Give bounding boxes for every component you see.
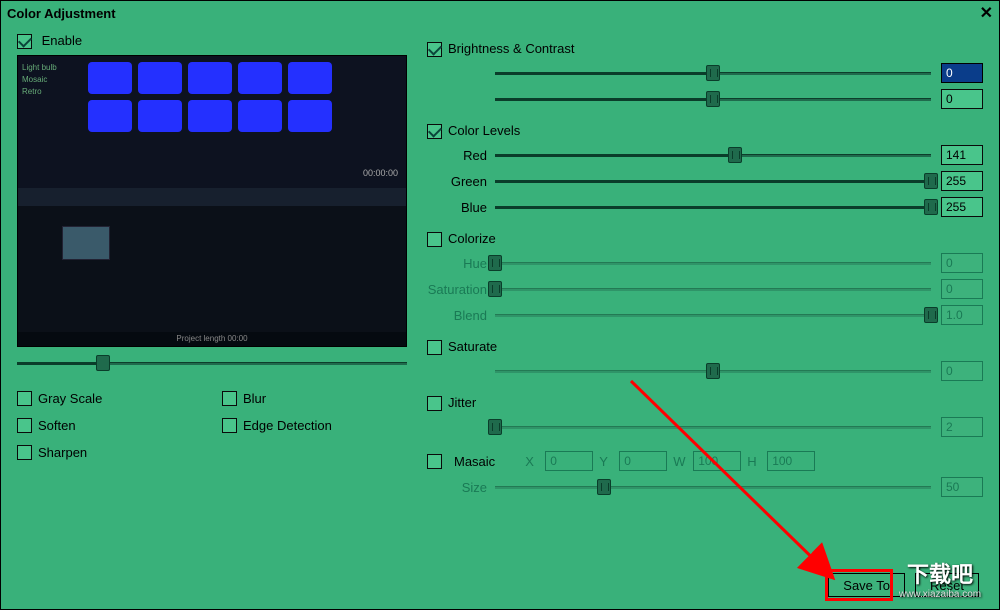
saturate-title: Saturate <box>448 339 497 354</box>
edge-detection-label: Edge Detection <box>243 418 332 433</box>
colorize-title: Colorize <box>448 231 496 246</box>
green-value[interactable]: 255 <box>941 171 983 191</box>
red-slider[interactable] <box>495 148 931 162</box>
enable-row: Enable <box>17 33 407 49</box>
soften-checkbox[interactable] <box>17 418 32 433</box>
green-label: Green <box>427 174 487 189</box>
blue-label: Blue <box>427 200 487 215</box>
hue-label: Hue <box>427 256 487 271</box>
saturate-slider <box>495 364 931 378</box>
mosaic-y: 0 <box>619 451 667 471</box>
preview-slider[interactable] <box>17 355 407 371</box>
saturation-slider <box>495 282 931 296</box>
edge-detection-checkbox[interactable] <box>222 418 237 433</box>
saturate-value: 0 <box>941 361 983 381</box>
brightness-value[interactable]: 0 <box>941 63 983 83</box>
grayscale-label: Gray Scale <box>38 391 102 406</box>
mosaic-w-label: W <box>673 454 687 469</box>
mosaic-size-value: 50 <box>941 477 983 497</box>
blue-slider[interactable] <box>495 200 931 214</box>
jitter-title: Jitter <box>448 395 476 410</box>
mosaic-checkbox[interactable] <box>427 454 442 469</box>
preview-slider-fill <box>17 362 103 365</box>
blur-label: Blur <box>243 391 266 406</box>
grayscale-checkbox[interactable] <box>17 391 32 406</box>
blend-value: 1.0 <box>941 305 983 325</box>
soften-label: Soften <box>38 418 76 433</box>
mosaic-x-label: X <box>525 454 539 469</box>
window-title: Color Adjustment <box>7 6 116 21</box>
blend-label: Blend <box>427 308 487 323</box>
mosaic-size-slider <box>495 480 931 494</box>
reset-button[interactable]: Reset <box>915 573 979 597</box>
preview-footer: Project length 00:00 <box>18 332 406 346</box>
jitter-slider <box>495 420 931 434</box>
mosaic-w: 100 <box>693 451 741 471</box>
red-label: Red <box>427 148 487 163</box>
levels-checkbox[interactable] <box>427 124 442 139</box>
titlebar: Color Adjustment ✕ <box>1 1 999 25</box>
colorize-checkbox[interactable] <box>427 232 442 247</box>
enable-checkbox[interactable] <box>17 34 32 49</box>
saturation-label: Saturation <box>427 282 487 297</box>
brightness-slider[interactable] <box>495 66 931 80</box>
save-to-button[interactable]: Save To <box>828 573 905 597</box>
saturate-checkbox[interactable] <box>427 340 442 355</box>
jitter-checkbox[interactable] <box>427 396 442 411</box>
red-value[interactable]: 141 <box>941 145 983 165</box>
preview-slider-thumb[interactable] <box>96 355 110 371</box>
timeline-clip <box>62 226 110 260</box>
close-icon[interactable]: ✕ <box>980 3 993 23</box>
sharpen-label: Sharpen <box>38 445 87 460</box>
hue-value: 0 <box>941 253 983 273</box>
blend-slider <box>495 308 931 322</box>
contrast-value[interactable]: 0 <box>941 89 983 109</box>
mosaic-h: 100 <box>767 451 815 471</box>
mosaic-title: Masaic <box>454 454 495 469</box>
green-slider[interactable] <box>495 174 931 188</box>
blue-value[interactable]: 255 <box>941 197 983 217</box>
saturation-value: 0 <box>941 279 983 299</box>
mosaic-y-label: Y <box>599 454 613 469</box>
brightness-checkbox[interactable] <box>427 42 442 57</box>
levels-title: Color Levels <box>448 123 520 138</box>
preview-pane: Light bulb Mosaic Retro 00:00:00 Project… <box>17 55 407 347</box>
hue-slider <box>495 256 931 270</box>
enable-label: Enable <box>42 33 82 48</box>
mosaic-x: 0 <box>545 451 593 471</box>
brightness-title: Brightness & Contrast <box>448 41 574 56</box>
contrast-slider[interactable] <box>495 92 931 106</box>
mosaic-h-label: H <box>747 454 761 469</box>
blur-checkbox[interactable] <box>222 391 237 406</box>
jitter-value: 2 <box>941 417 983 437</box>
mosaic-size-label: Size <box>427 480 487 495</box>
preview-timecode: 00:00:00 <box>363 168 398 178</box>
preview-side-text: Light bulb Mosaic Retro <box>22 62 57 98</box>
sharpen-checkbox[interactable] <box>17 445 32 460</box>
